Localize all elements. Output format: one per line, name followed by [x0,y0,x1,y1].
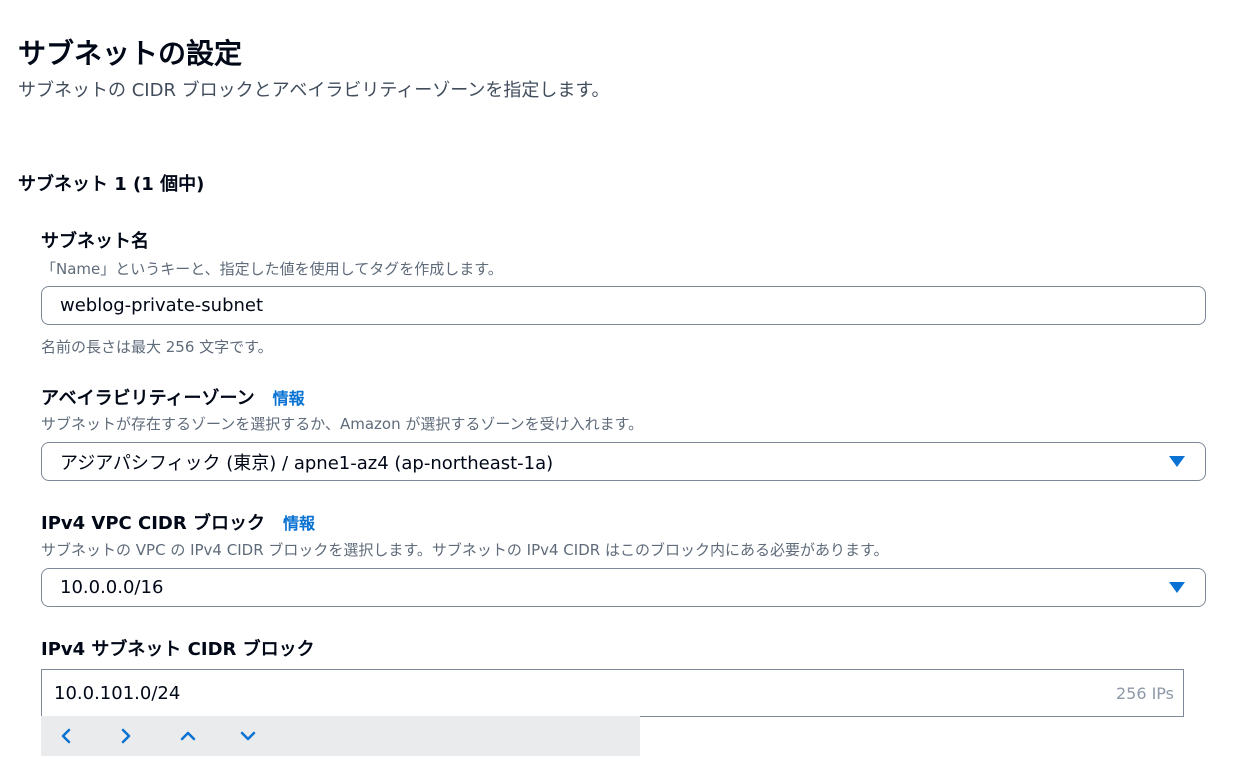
vpc-cidr-label: IPv4 VPC CIDR ブロック 情報 [41,509,315,535]
subnet-name-description: 「Name」というキーと、指定した値を使用してタグを作成します。 [41,260,503,278]
subnet-name-label: サブネット名 [41,227,149,253]
vpc-cidr-info-link[interactable]: 情報 [283,510,315,534]
caret-down-icon [1169,582,1185,593]
cidr-decrement-button[interactable] [239,716,299,756]
subnet-heading: サブネット 1 (1 個中) [18,174,205,195]
vpc-cidr-select[interactable]: 10.0.0.0/16 [41,568,1206,607]
chevron-down-icon [240,731,256,741]
page-subtitle: サブネットの CIDR ブロックとアベイラビリティーゾーンを指定します。 [18,80,610,101]
cidr-stepper [41,716,640,756]
az-info-link[interactable]: 情報 [273,385,305,409]
vpc-cidr-description: サブネットの VPC の IPv4 CIDR ブロックを選択します。サブネットの… [41,541,889,559]
chevron-up-icon [180,731,196,741]
subnet-name-value: weblog-private-subnet [60,295,264,316]
az-description: サブネットが存在するゾーンを選択するか、Amazon が選択するゾーンを受け入れ… [41,415,644,433]
vpc-cidr-label-text: IPv4 VPC CIDR ブロック [41,513,265,534]
az-label: アベイラビリティーゾーン 情報 [41,384,305,410]
az-select-value: アジアパシフィック (東京) / apne1-az4 (ap-northeast… [60,452,554,474]
vpc-cidr-select-value: 10.0.0.0/16 [60,577,164,598]
subnet-name-label-text: サブネット名 [41,231,149,252]
subnet-name-input[interactable]: weblog-private-subnet [41,286,1206,325]
subnet-name-constraint: 名前の長さは最大 256 文字です。 [41,338,273,356]
page-title: サブネットの設定 [18,37,243,70]
cidr-next-button[interactable] [119,716,179,756]
chevron-left-icon [61,728,71,744]
az-select[interactable]: アジアパシフィック (東京) / apne1-az4 (ap-northeast… [41,442,1206,481]
chevron-right-icon [121,728,131,744]
cidr-previous-button[interactable] [59,716,119,756]
az-label-text: アベイラビリティーゾーン [41,388,255,409]
cidr-increment-button[interactable] [179,716,239,756]
subnet-cidr-value: 10.0.101.0/24 [54,682,181,704]
subnet-cidr-input[interactable]: 10.0.101.0/24 256 IPs [41,669,1184,717]
subnet-cidr-label: IPv4 サブネット CIDR ブロック [41,635,315,661]
ip-count: 256 IPs [1115,683,1174,703]
caret-down-icon [1169,456,1185,467]
subnet-cidr-label-text: IPv4 サブネット CIDR ブロック [41,639,315,660]
